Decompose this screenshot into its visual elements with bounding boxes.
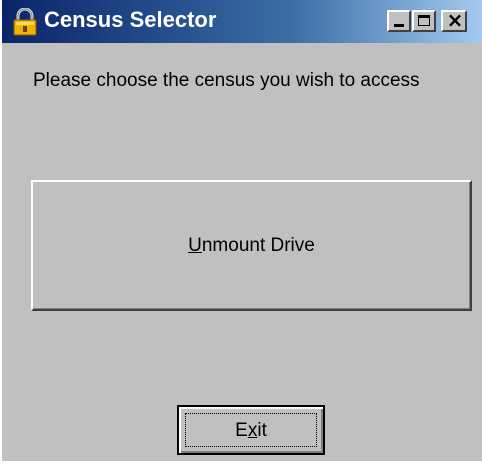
unmount-label-rest: nmount Drive bbox=[201, 235, 315, 256]
unmount-mnemonic: U bbox=[188, 235, 202, 256]
minimize-icon bbox=[394, 24, 404, 27]
maximize-icon bbox=[418, 15, 430, 26]
unmount-drive-button[interactable]: Unmount Drive bbox=[31, 180, 472, 311]
exit-button[interactable]: Exit bbox=[177, 405, 325, 455]
exit-mnemonic: x bbox=[247, 420, 258, 441]
exit-label-after: it bbox=[257, 420, 267, 441]
close-icon: × bbox=[446, 8, 464, 32]
title-bar[interactable]: Census Selector × bbox=[2, 0, 482, 43]
minimize-button[interactable] bbox=[387, 10, 411, 32]
close-button[interactable]: × bbox=[441, 8, 467, 32]
exit-label-before: E bbox=[235, 420, 248, 441]
instruction-text: Please choose the census you wish to acc… bbox=[33, 70, 420, 91]
padlock-icon bbox=[13, 8, 37, 36]
unmount-drive-label: Unmount Drive bbox=[33, 234, 470, 258]
window-title: Census Selector bbox=[44, 7, 217, 32]
maximize-button[interactable] bbox=[412, 10, 436, 32]
exit-label: Exit bbox=[179, 419, 323, 443]
census-selector-window: Census Selector × Please choose the cens… bbox=[0, 0, 482, 465]
window-left-edge bbox=[0, 0, 2, 465]
window-bottom-edge bbox=[0, 461, 482, 465]
